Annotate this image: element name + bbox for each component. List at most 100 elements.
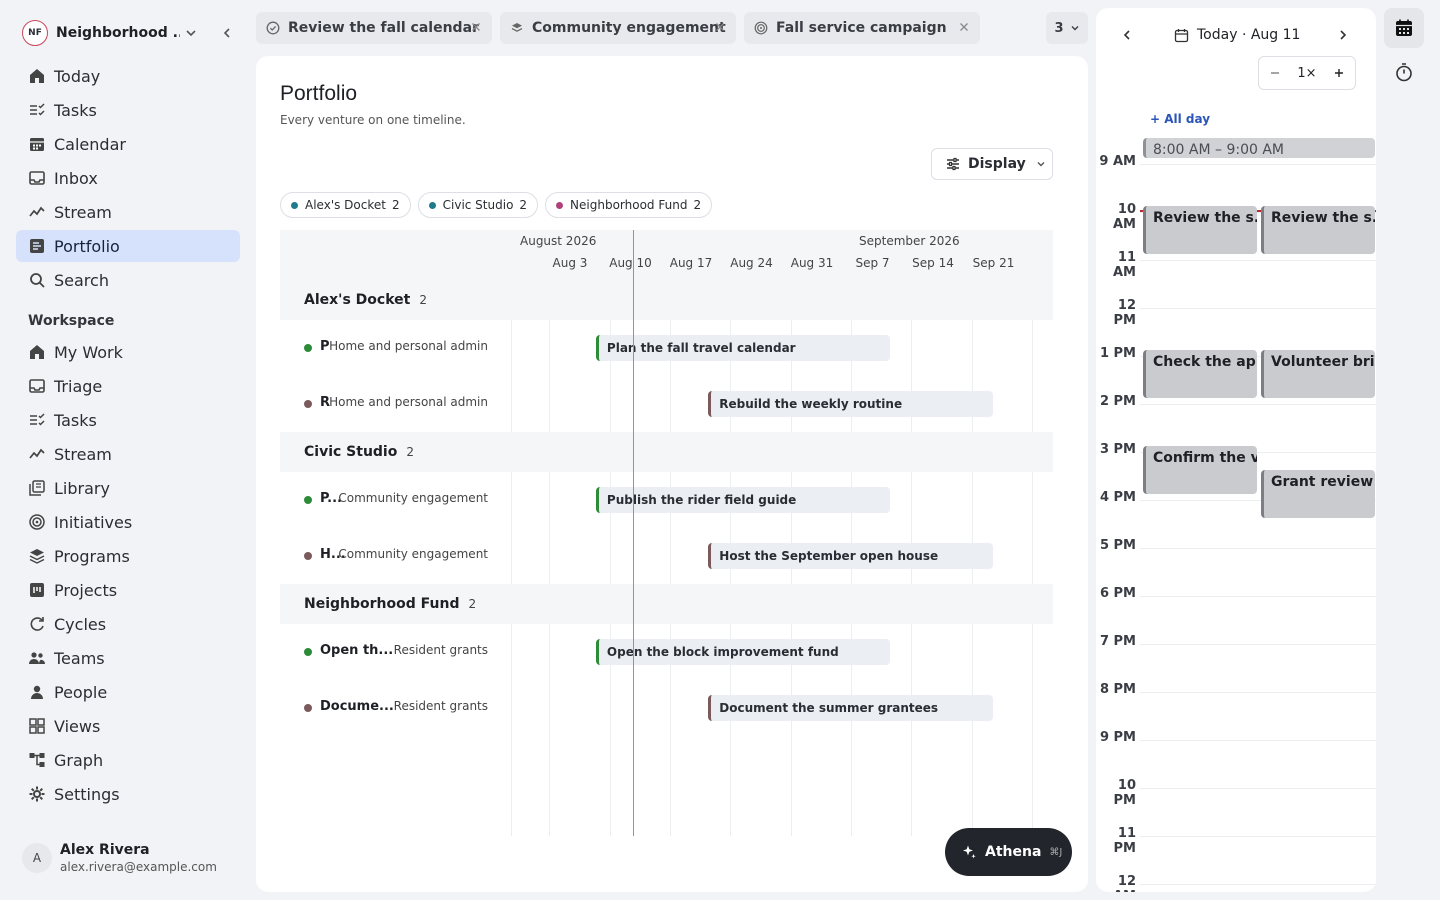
- hour-label: 8 PM: [1099, 682, 1136, 697]
- calendar-event[interactable]: Review the s...: [1261, 206, 1375, 254]
- row-code: P: [320, 339, 330, 354]
- venture-color-dot: [291, 201, 298, 209]
- sidebar-item-search[interactable]: Search: [16, 264, 240, 296]
- sidebar-item-people[interactable]: People: [16, 676, 240, 708]
- collapse-sidebar-icon[interactable]: [220, 26, 234, 40]
- timeline-bar[interactable]: Plan the fall travel calendar: [595, 335, 890, 361]
- event-title: Review the s...: [1153, 210, 1257, 226]
- sidebar-item-today[interactable]: Today: [16, 60, 240, 92]
- timeline-group-civic-studio[interactable]: Civic Studio 2: [280, 432, 1053, 472]
- sidebar-item-stream[interactable]: Stream: [16, 196, 240, 228]
- timer-panel-button[interactable]: [1384, 52, 1424, 92]
- bar-label: Open the block improvement fund: [606, 645, 839, 659]
- zoom-out-button[interactable]: [1269, 67, 1281, 79]
- chip-label: Civic Studio: [442, 198, 514, 212]
- home-icon: [28, 67, 46, 85]
- sidebar-item-label: Tasks: [54, 410, 97, 430]
- portfolio-panel: Portfolio Every venture on one timeline.…: [256, 56, 1088, 892]
- calendar-panel-button[interactable]: [1384, 8, 1424, 48]
- sidebar-item-triage[interactable]: Triage: [16, 370, 240, 402]
- sidebar-item-label: My Work: [54, 342, 123, 362]
- tasks-icon: [28, 411, 46, 429]
- calendar-date[interactable]: Today · Aug 11: [1174, 27, 1300, 43]
- user-profile[interactable]: A Alex Rivera alex.rivera@example.com: [22, 842, 217, 874]
- sidebar-item-label: Stream: [54, 444, 112, 464]
- close-icon[interactable]: [958, 21, 970, 33]
- sidebar-item-calendar[interactable]: Calendar: [16, 128, 240, 160]
- group-name: Neighborhood Fund: [304, 596, 460, 612]
- sidebar-item-initiatives[interactable]: Initiatives: [16, 506, 240, 538]
- sidebar-item-programs[interactable]: Programs: [16, 540, 240, 572]
- sidebar-item-library[interactable]: Library: [16, 472, 240, 504]
- timeline-week-label: Aug 17: [669, 256, 713, 270]
- filter-chip-alex-s-docket[interactable]: Alex's Docket 2: [280, 192, 411, 218]
- tab-strip: Review the fall calendar Community engag…: [256, 12, 1088, 44]
- filter-chip-neighborhood-fund[interactable]: Neighborhood Fund 2: [545, 192, 713, 218]
- close-icon[interactable]: [470, 21, 482, 33]
- sidebar-item-my-work[interactable]: My Work: [16, 336, 240, 368]
- sidebar-item-label: Tasks: [54, 100, 97, 120]
- timeline-group-alex-s-docket[interactable]: Alex's Docket 2: [280, 280, 1053, 320]
- chip-count: 2: [693, 198, 702, 212]
- hour-gridline: [1140, 260, 1376, 261]
- timeline-row: Open th... Resident grants Open the block …: [280, 624, 1053, 680]
- hour-gridline: [1140, 548, 1376, 549]
- sidebar-item-stream[interactable]: Stream: [16, 438, 240, 470]
- sidebar-item-tasks[interactable]: Tasks: [16, 404, 240, 436]
- row-program-label: Community engagement: [338, 547, 488, 561]
- calendar-event[interactable]: Grant review ...: [1261, 470, 1375, 518]
- bar-label: Publish the rider field guide: [606, 493, 797, 507]
- timeline-bar[interactable]: Document the summer grantees: [708, 695, 994, 721]
- sidebar-item-inbox[interactable]: Inbox: [16, 162, 240, 194]
- user-name: Alex Rivera: [60, 842, 150, 858]
- calendar-event[interactable]: Confirm the v...: [1143, 446, 1257, 494]
- sidebar-item-teams[interactable]: Teams: [16, 642, 240, 674]
- sidebar-item-views[interactable]: Views: [16, 710, 240, 742]
- sidebar-item-label: Portfolio: [54, 236, 120, 256]
- timeline-bar[interactable]: Rebuild the weekly routine: [708, 391, 994, 417]
- zoom-in-button[interactable]: [1333, 67, 1345, 79]
- filter-chip-civic-studio[interactable]: Civic Studio 2: [417, 192, 539, 218]
- sidebar-item-settings[interactable]: Settings: [16, 778, 240, 810]
- calendar-event[interactable]: Volunteer bri...: [1261, 350, 1375, 398]
- venture-color-dot: [428, 201, 436, 209]
- display-button[interactable]: Display: [931, 148, 1053, 180]
- chevron-down-icon[interactable]: [184, 26, 198, 40]
- tab-community-engagement[interactable]: Community engagement: [500, 12, 736, 44]
- calendar-event[interactable]: 8:00 AM – 9:00 AM: [1143, 138, 1375, 158]
- workspace-switcher[interactable]: NF Neighborhood ...: [22, 20, 180, 46]
- timeline-group-neighborhood-fund[interactable]: Neighborhood Fund 2: [280, 584, 1053, 624]
- tab-review-fall-calendar[interactable]: Review the fall calendar: [256, 12, 492, 44]
- sidebar-item-label: Projects: [54, 580, 118, 600]
- hour-gridline: [1140, 740, 1376, 741]
- calendar-event[interactable]: Review the s...: [1143, 206, 1257, 254]
- tab-overflow-button[interactable]: 3: [1046, 12, 1088, 44]
- sidebar-item-projects[interactable]: Projects: [16, 574, 240, 606]
- sidebar-item-tasks[interactable]: Tasks: [16, 94, 240, 126]
- row-program-label: Resident grants: [393, 699, 488, 713]
- add-all-day-button[interactable]: + All day: [1150, 112, 1210, 126]
- chevron-right-icon[interactable]: [1336, 28, 1350, 42]
- timeline-bar[interactable]: Publish the rider field guide: [595, 487, 890, 513]
- sidebar-item-graph[interactable]: Graph: [16, 744, 240, 776]
- event-title: 8:00 AM – 9:00 AM: [1153, 142, 1284, 158]
- hour-label: 9 AM: [1099, 154, 1136, 169]
- page-subtitle: Every venture on one timeline.: [280, 113, 466, 127]
- chevron-left-icon[interactable]: [1120, 28, 1134, 42]
- programs-icon: [28, 547, 46, 565]
- tab-fall-service-campaign[interactable]: Fall service campaign: [744, 12, 980, 44]
- portfolio-timeline: August 2026 September 2026 Aug 3 Aug 10 Aug …: [280, 230, 1053, 836]
- inbox-icon: [28, 377, 46, 395]
- athena-button[interactable]: Athena ⌘J: [945, 828, 1072, 876]
- hour-label: 10 PM: [1113, 778, 1136, 808]
- timeline-bar[interactable]: Open the block improvement fund: [595, 639, 890, 665]
- hour-gridline: [1140, 596, 1376, 597]
- sidebar-item-portfolio[interactable]: Portfolio: [16, 230, 240, 262]
- right-rail: [1384, 8, 1432, 96]
- sidebar-item-cycles[interactable]: Cycles: [16, 608, 240, 640]
- calendar-event[interactable]: Check the ap...: [1143, 350, 1257, 398]
- timeline-bar[interactable]: Host the September open house: [708, 543, 994, 569]
- calendar-icon: [28, 135, 46, 153]
- group-count: 2: [468, 597, 477, 611]
- close-icon[interactable]: [714, 21, 726, 33]
